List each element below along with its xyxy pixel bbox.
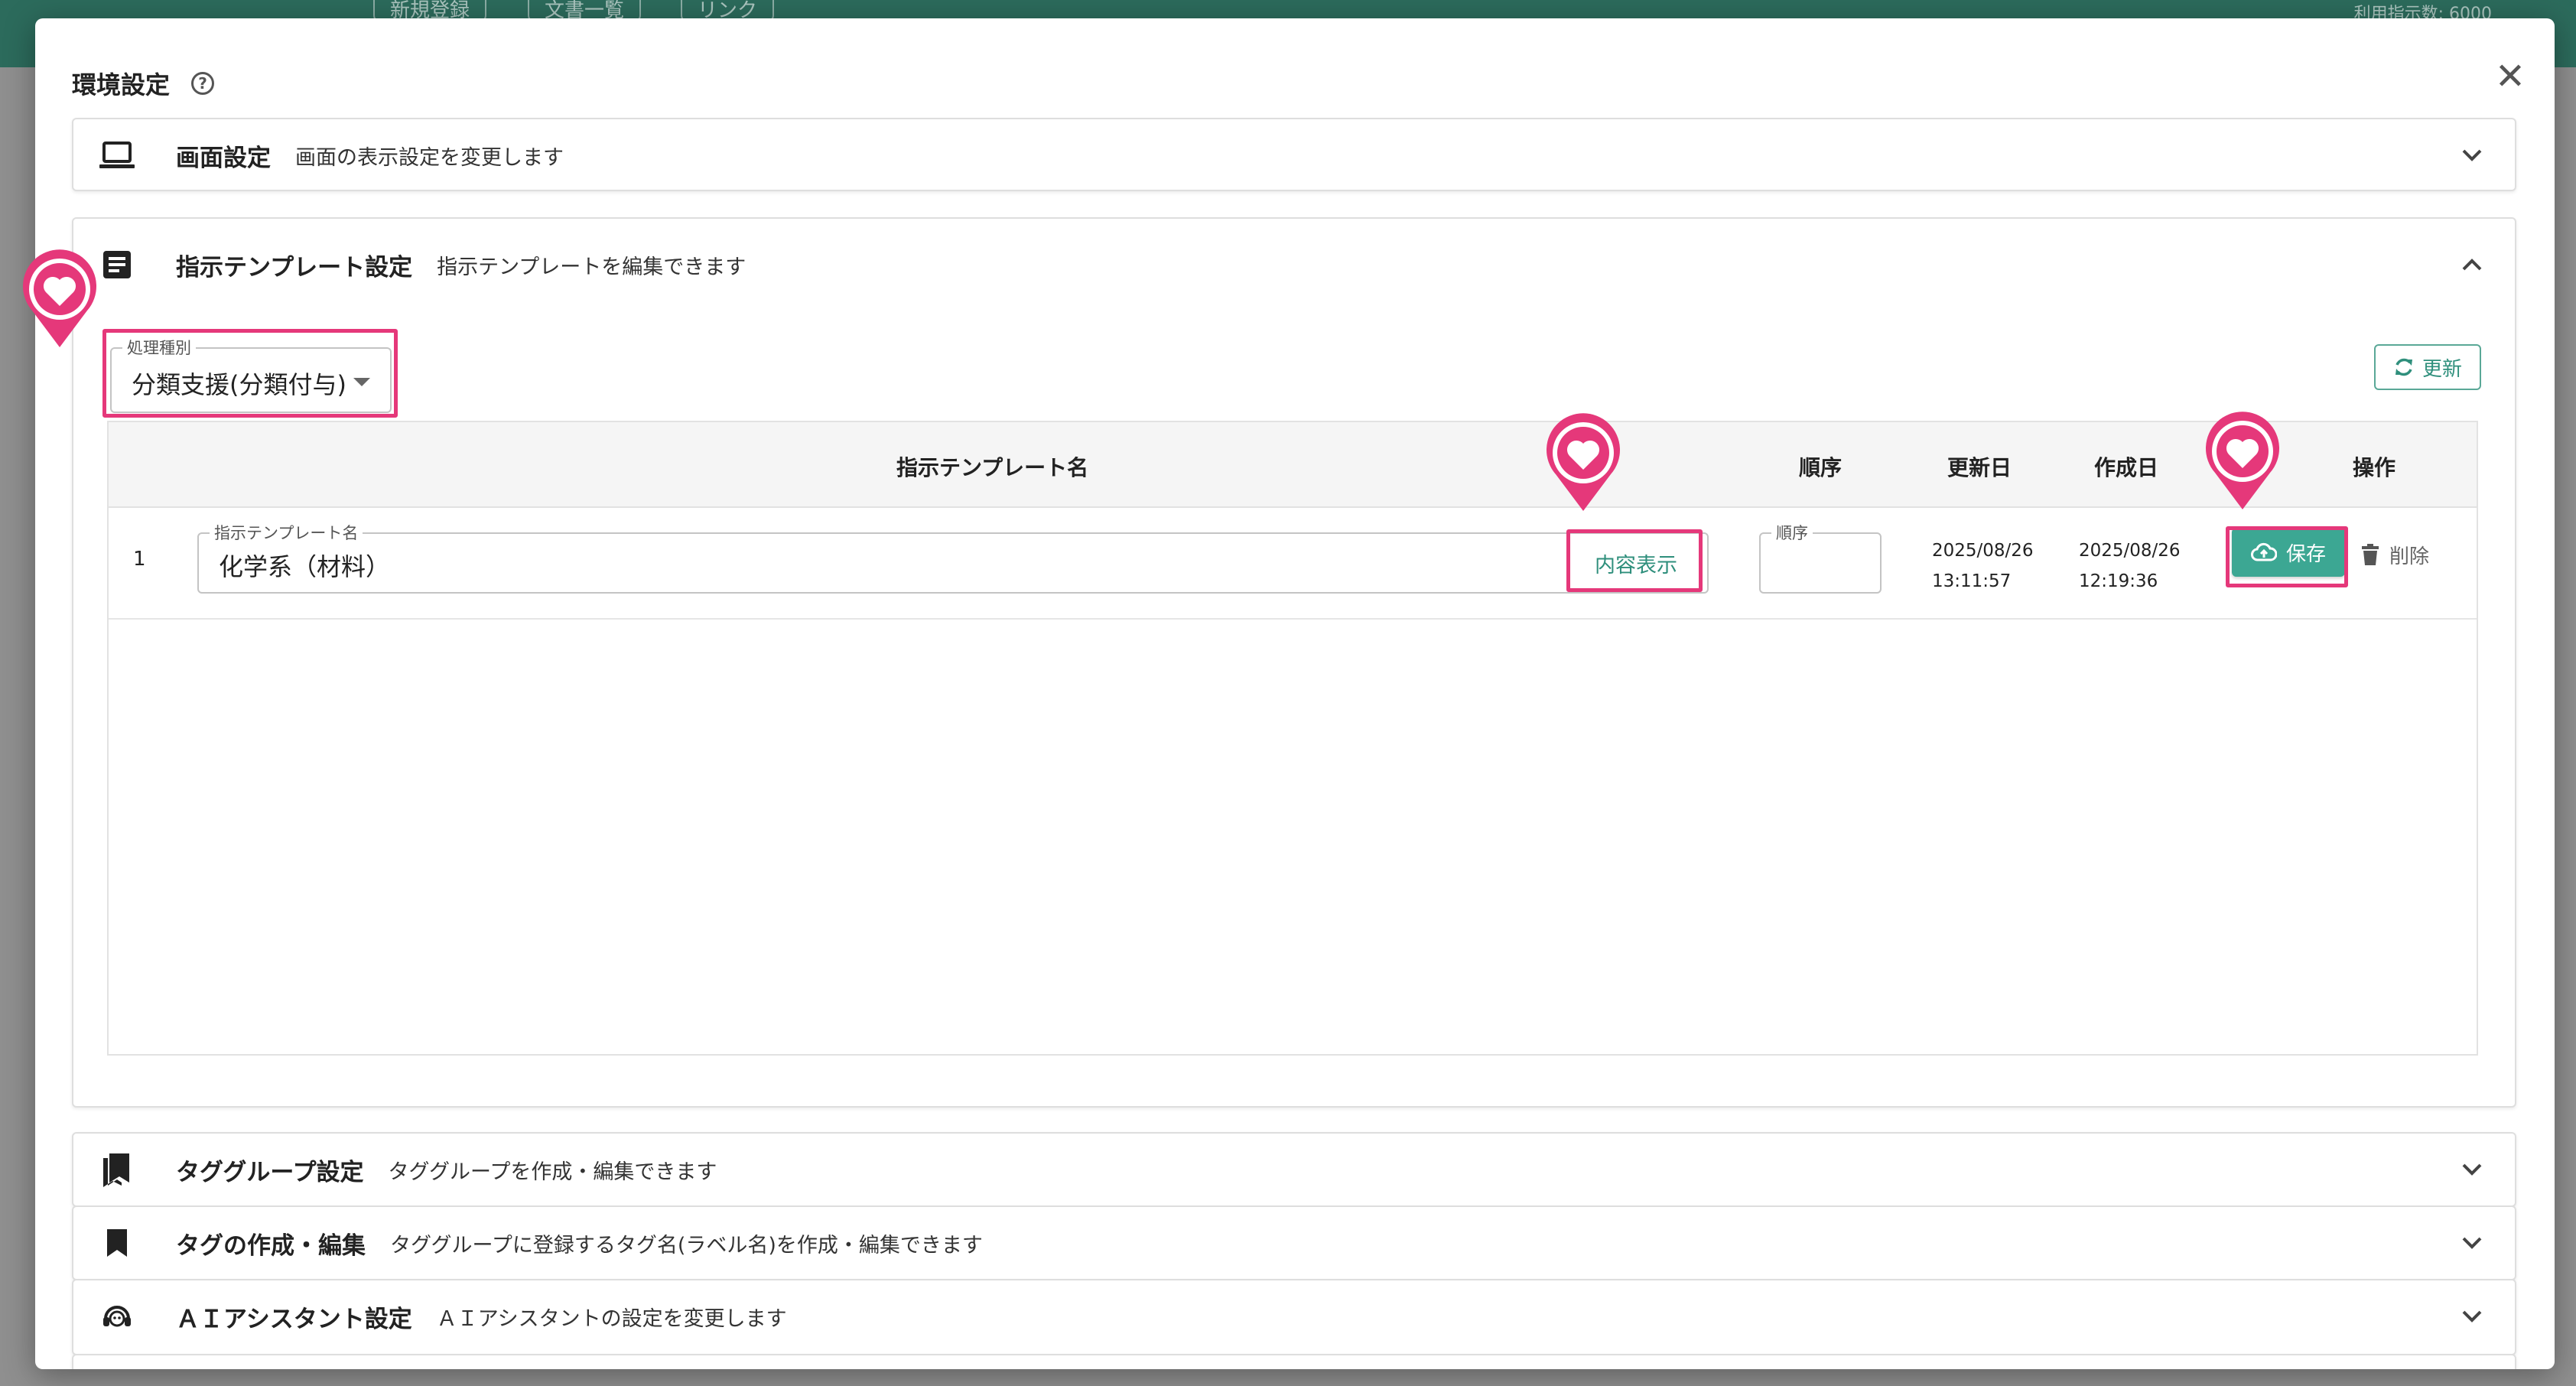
chevron-up-icon[interactable] bbox=[2457, 249, 2487, 280]
updated-date: 2025/08/26 bbox=[1932, 541, 2034, 561]
template-name-value: 化学系（材料） bbox=[219, 552, 391, 581]
table-header: 指示テンプレート名 順序 更新日 作成日 操作 bbox=[109, 422, 2477, 508]
template-name-input[interactable]: 指示テンプレート名 化学系（材料） 内容表示 bbox=[197, 523, 1709, 594]
updated-date-cell: 2025/08/26 13:11:57 bbox=[1932, 535, 2034, 597]
process-type-value: 分類支援(分類付与) bbox=[132, 370, 346, 399]
panel-ai-assistant: ＡＩアシスタント設定 ＡＩアシスタントの設定を変更します bbox=[72, 1279, 2516, 1355]
dialog-title: 環境設定 ? bbox=[72, 66, 215, 101]
panel-tag-group-title: タググループ設定 bbox=[176, 1158, 364, 1186]
panel-tag-group-desc: タググループを作成・編集できます bbox=[388, 1160, 717, 1184]
panel-template-title: 指示テンプレート設定 bbox=[176, 253, 413, 281]
chevron-down-icon[interactable] bbox=[2457, 1154, 2487, 1185]
column-actions: 操作 bbox=[2353, 455, 2396, 480]
column-name: 指示テンプレート名 bbox=[896, 455, 1089, 480]
delete-label: 削除 bbox=[2389, 545, 2430, 568]
template-table: 指示テンプレート名 順序 更新日 作成日 操作 1 指示テンプレート名 化学系（… bbox=[107, 421, 2478, 1056]
bookmark-icon bbox=[98, 1224, 136, 1262]
created-date: 2025/08/26 bbox=[2079, 541, 2181, 561]
updated-time: 13:11:57 bbox=[1932, 571, 2012, 591]
panel-tag-create: タグの作成・編集 タググループに登録するタグ名(ラベル名)を作成・編集できます bbox=[72, 1205, 2516, 1280]
settings-dialog: 環境設定 ? ✕ 画面設定 画面の表示設定を変更します 指示テンプレート設定 指… bbox=[35, 18, 2555, 1369]
delete-button[interactable]: 削除 bbox=[2362, 535, 2429, 574]
process-type-select[interactable]: 処理種別 分類支援(分類付与) bbox=[110, 338, 392, 413]
created-time: 12:19:36 bbox=[2079, 571, 2158, 591]
view-content-button[interactable]: 内容表示 bbox=[1574, 540, 1698, 586]
panel-ai-title: ＡＩアシスタント設定 bbox=[176, 1305, 412, 1333]
column-updated: 更新日 bbox=[1947, 455, 2012, 480]
cloud-upload-icon bbox=[2250, 542, 2277, 561]
save-button[interactable]: 保存 bbox=[2232, 528, 2345, 577]
panel-template-desc: 指示テンプレートを編集できます bbox=[437, 255, 746, 279]
panel-tag-create-header[interactable]: タグの作成・編集 タググループに登録するタグ名(ラベル名)を作成・編集できます bbox=[73, 1207, 2515, 1279]
column-created: 作成日 bbox=[2094, 455, 2159, 480]
panel-ai-header[interactable]: ＡＩアシスタント設定 ＡＩアシスタントの設定を変更します bbox=[73, 1280, 2515, 1352]
dropdown-arrow-icon bbox=[353, 378, 370, 386]
panel-display-header[interactable]: 画面設定 画面の表示設定を変更します bbox=[73, 119, 2515, 191]
panel-tag-create-desc: タググループに登録するタグ名(ラベル名)を作成・編集できます bbox=[390, 1233, 983, 1257]
trash-icon bbox=[2362, 544, 2379, 565]
panel-display-title: 画面設定 bbox=[176, 144, 271, 172]
close-icon[interactable]: ✕ bbox=[2489, 55, 2532, 98]
bookmarks-icon bbox=[98, 1150, 136, 1189]
refresh-icon bbox=[2395, 358, 2412, 376]
panel-tag-group: タググループ設定 タググループを作成・編集できます bbox=[72, 1132, 2516, 1207]
refresh-label: 更新 bbox=[2422, 357, 2462, 381]
panel-tag-group-header[interactable]: タググループ設定 タググループを作成・編集できます bbox=[73, 1134, 2515, 1205]
chevron-down-icon[interactable] bbox=[2457, 1228, 2487, 1258]
document-icon bbox=[98, 246, 136, 284]
support-agent-icon bbox=[98, 1297, 136, 1336]
panel-tag-create-title: タグの作成・編集 bbox=[176, 1231, 366, 1260]
order-label: 順序 bbox=[1771, 523, 1813, 543]
save-label: 保存 bbox=[2285, 542, 2326, 566]
template-name-label: 指示テンプレート名 bbox=[210, 523, 363, 543]
panel-template-header[interactable]: 指示テンプレート設定 指示テンプレートを編集できます bbox=[73, 219, 2515, 311]
panel-display-desc: 画面の表示設定を変更します bbox=[295, 145, 564, 170]
process-type-label: 処理種別 bbox=[122, 338, 196, 358]
help-circle-icon[interactable]: ? bbox=[191, 72, 215, 95]
laptop-icon bbox=[98, 136, 136, 174]
dialog-title-text: 環境設定 bbox=[72, 70, 171, 99]
refresh-button[interactable]: 更新 bbox=[2374, 344, 2481, 390]
row-index: 1 bbox=[133, 548, 146, 571]
chevron-down-icon[interactable] bbox=[2457, 140, 2487, 171]
panel-ai-desc: ＡＩアシスタントの設定を変更します bbox=[436, 1306, 787, 1331]
chevron-down-icon[interactable] bbox=[2457, 1301, 2487, 1332]
table-row: 1 指示テンプレート名 化学系（材料） 内容表示 順序 2025/08/26 1… bbox=[109, 508, 2477, 620]
created-date-cell: 2025/08/26 12:19:36 bbox=[2079, 535, 2181, 597]
column-order: 順序 bbox=[1799, 455, 1843, 480]
order-input[interactable]: 順序 bbox=[1759, 523, 1882, 594]
panel-next-partial bbox=[72, 1354, 2516, 1369]
panel-display-settings: 画面設定 画面の表示設定を変更します bbox=[72, 118, 2516, 191]
